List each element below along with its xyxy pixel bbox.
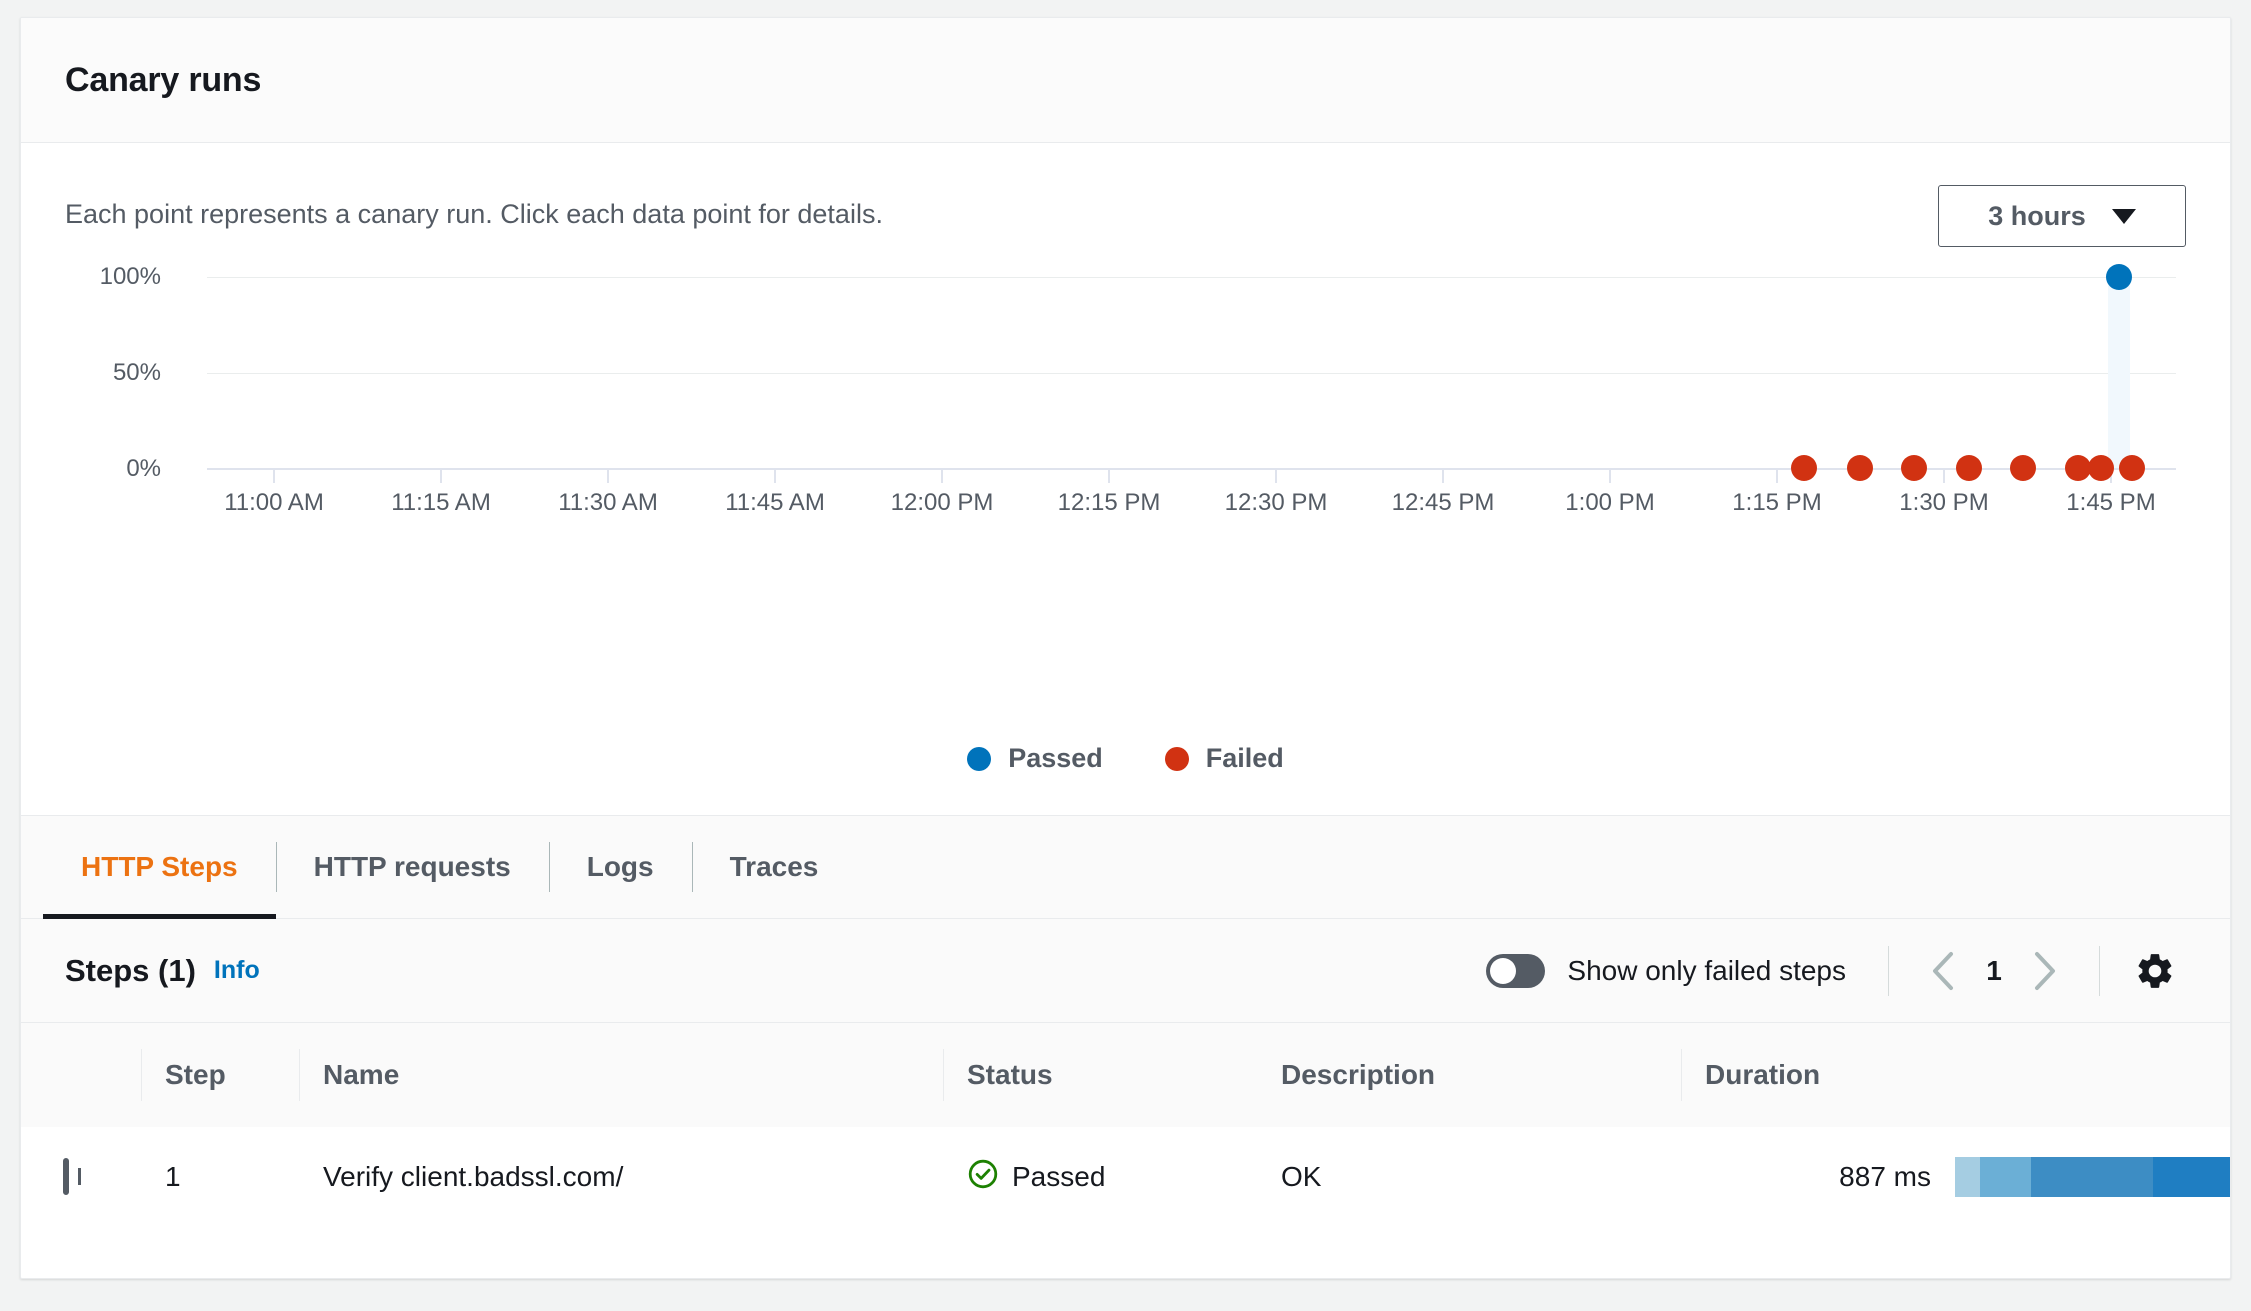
tab-logs[interactable]: Logs <box>549 816 692 918</box>
table-body: 1 Verify client.badssl.com/ Passed OK <box>21 1127 2230 1227</box>
gridline-50 <box>207 373 2176 374</box>
steps-toolbar-controls: Show only failed steps 1 <box>1486 919 2186 1022</box>
data-point-failed[interactable] <box>1847 455 1873 481</box>
gear-icon[interactable] <box>2124 940 2186 1002</box>
x-tick-label: 12:15 PM <box>1058 489 1161 517</box>
data-point-passed-selected[interactable] <box>2106 264 2132 290</box>
canary-runs-card: Canary runs Each point represents a cana… <box>20 17 2231 1279</box>
time-range-select[interactable]: 3 hours <box>1938 185 2186 247</box>
x-axis-line <box>207 468 2176 470</box>
tab-http-requests[interactable]: HTTP requests <box>276 816 549 918</box>
table-header-row: Step Name Status Description Duration <box>21 1023 2230 1127</box>
data-point-failed[interactable] <box>2010 455 2036 481</box>
x-tick-label: 11:15 AM <box>391 489 491 517</box>
x-tick-label: 1:45 PM <box>2066 489 2155 517</box>
column-header-status[interactable]: Status <box>943 1023 1257 1127</box>
column-header-description[interactable]: Description <box>1257 1023 1681 1127</box>
data-point-failed[interactable] <box>1901 455 1927 481</box>
status-badge: Passed <box>1012 1161 1105 1193</box>
duration-segment <box>1955 1157 1980 1197</box>
cell-description: OK <box>1257 1127 1681 1227</box>
column-header-duration[interactable]: Duration <box>1681 1023 2230 1127</box>
duration-segment <box>2153 1157 2230 1197</box>
toggle-label: Show only failed steps <box>1567 955 1846 987</box>
data-point-failed[interactable] <box>2119 455 2145 481</box>
chart-legend: Passed Failed <box>21 743 2230 774</box>
column-header-expand <box>21 1023 141 1127</box>
cell-name: Verify client.badssl.com/ <box>299 1127 943 1227</box>
x-tick-label: 12:45 PM <box>1392 489 1495 517</box>
x-tick-label: 1:15 PM <box>1732 489 1821 517</box>
data-point-failed[interactable] <box>1956 455 1982 481</box>
page-number[interactable]: 1 <box>1977 955 2011 987</box>
time-range-label: 3 hours <box>1988 201 2086 232</box>
duration-bar <box>1955 1157 2230 1197</box>
steps-title: Steps (1) <box>65 953 196 989</box>
card-header: Canary runs <box>21 18 2230 143</box>
x-tick-label: 1:30 PM <box>1899 489 1988 517</box>
toggle-switch-icon[interactable] <box>1486 954 1545 988</box>
selected-run-band <box>2108 277 2130 469</box>
canary-runs-chart[interactable]: 100% 50% 0% <box>21 277 2230 577</box>
cell-expand <box>21 1127 141 1227</box>
chart-description-row: Each point represents a canary run. Clic… <box>21 143 2230 247</box>
toolbar-divider <box>1888 946 1889 996</box>
duration-segment <box>1980 1157 2031 1197</box>
steps-table: Step Name Status Description Duration 1 … <box>21 1023 2230 1227</box>
y-tick-label-0: 0% <box>126 455 161 483</box>
duration-segment <box>2031 1157 2153 1197</box>
tab-http-steps[interactable]: HTTP Steps <box>43 816 276 918</box>
legend-item-passed[interactable]: Passed <box>967 743 1103 774</box>
data-point-failed[interactable] <box>1791 455 1817 481</box>
legend-item-failed[interactable]: Failed <box>1165 743 1284 774</box>
x-tick-label: 11:30 AM <box>558 489 658 517</box>
column-header-name[interactable]: Name <box>299 1023 943 1127</box>
y-tick-label-100: 100% <box>100 263 161 291</box>
gridline-100 <box>207 277 2176 278</box>
steps-toolbar: Steps (1) Info Show only failed steps 1 <box>21 919 2230 1023</box>
table-row[interactable]: 1 Verify client.badssl.com/ Passed OK <box>21 1127 2230 1227</box>
legend-label-passed: Passed <box>1008 743 1103 774</box>
table-header: Step Name Status Description Duration <box>21 1023 2230 1127</box>
chart-description: Each point represents a canary run. Clic… <box>65 185 883 232</box>
legend-swatch-passed-icon <box>967 747 991 771</box>
tab-bar: HTTP Steps HTTP requests Logs Traces <box>21 816 2230 919</box>
toolbar-divider <box>2099 946 2100 996</box>
cell-step: 1 <box>141 1127 299 1227</box>
expand-plus-icon[interactable] <box>63 1158 69 1195</box>
x-tick-label: 11:45 AM <box>725 489 825 517</box>
y-tick-label-50: 50% <box>113 359 161 387</box>
duration-value: 887 ms <box>1705 1161 1955 1193</box>
column-header-step[interactable]: Step <box>141 1023 299 1127</box>
y-axis-labels: 100% 50% 0% <box>21 277 161 577</box>
chart-panel: Each point represents a canary run. Clic… <box>21 143 2230 816</box>
data-point-failed[interactable] <box>2088 455 2114 481</box>
chevron-right-icon[interactable] <box>2017 943 2073 999</box>
cell-status: Passed <box>943 1127 1257 1227</box>
x-tick-label: 12:00 PM <box>891 489 994 517</box>
pagination: 1 <box>1891 943 2097 999</box>
check-circle-icon <box>967 1158 999 1197</box>
x-tick-label: 1:00 PM <box>1565 489 1654 517</box>
x-tick-label: 12:30 PM <box>1225 489 1328 517</box>
show-only-failed-steps-toggle[interactable]: Show only failed steps <box>1486 954 1886 988</box>
cell-duration: 887 ms <box>1681 1127 2230 1227</box>
chevron-down-icon <box>2112 209 2136 224</box>
page-title: Canary runs <box>65 61 261 100</box>
info-link[interactable]: Info <box>214 956 260 985</box>
legend-swatch-failed-icon <box>1165 747 1189 771</box>
x-tick-label: 11:00 AM <box>224 489 324 517</box>
tab-traces[interactable]: Traces <box>692 816 857 918</box>
legend-label-failed: Failed <box>1206 743 1284 774</box>
chevron-left-icon[interactable] <box>1915 943 1971 999</box>
